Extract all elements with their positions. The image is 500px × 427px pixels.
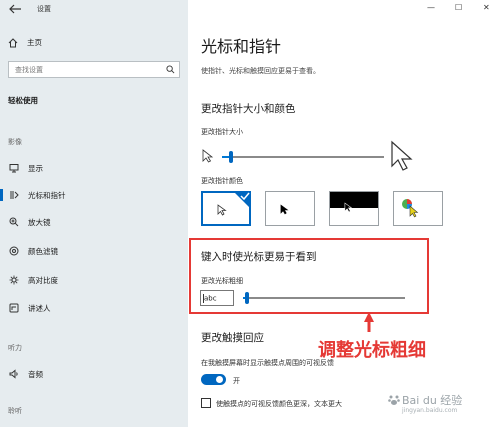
- watermark-subtext: jingyan.baidu.com: [402, 407, 458, 414]
- black-pointer-icon: [280, 204, 289, 215]
- pointer-size-label: 更改指针大小: [201, 128, 243, 136]
- pointer-size-slider-track[interactable]: [222, 156, 384, 158]
- nav-home-label: 主页: [27, 38, 42, 47]
- watermark-text: Bai du 经验: [402, 394, 463, 407]
- sidebar-item-color-filter[interactable]: 颜色滤镜: [0, 243, 188, 259]
- selected-check-icon: [233, 191, 251, 209]
- cursor-icon: [10, 191, 19, 199]
- cursor-thickness-slider-track[interactable]: [243, 297, 405, 299]
- sidebar-item-label: 讲述人: [28, 303, 51, 313]
- baidu-paw-icon: [388, 395, 400, 405]
- search-placeholder: 查找设置: [15, 66, 43, 74]
- pointer-color-black[interactable]: [265, 191, 315, 226]
- group-label-vision: 影像: [8, 138, 22, 146]
- custom-color-pointer-icon: [402, 199, 419, 218]
- cursor-preview-box: abc: [200, 290, 234, 306]
- nav-home[interactable]: 主页: [8, 37, 42, 48]
- checkbox-label: 使触摸点的可视反馈颜色更深，文本更大: [216, 400, 342, 408]
- window-title: 设置: [37, 5, 51, 13]
- sidebar-item-label: 光标和指针: [28, 190, 66, 200]
- darker-feedback-checkbox[interactable]: [201, 398, 211, 408]
- sidebar-item-label: 显示: [28, 163, 43, 173]
- cursor-section-heading: 键入时使光标更易于看到: [201, 251, 317, 263]
- color-filter-icon: [9, 246, 19, 256]
- sidebar-item-magnifier[interactable]: 放大镜: [0, 214, 188, 230]
- page-title: 光标和指针: [201, 37, 282, 56]
- pointer-size-slider-thumb[interactable]: [229, 151, 233, 163]
- sidebar-item-label: 放大镜: [28, 217, 51, 227]
- cursor-preview-text: abc: [204, 294, 217, 303]
- touch-feedback-description: 在我触摸屏幕时显示触摸点周围的可视反馈: [201, 359, 334, 367]
- watermark: Bai du 经验 jingyan.baidu.com: [388, 392, 463, 414]
- annotation-arrow-icon: [364, 312, 374, 332]
- small-pointer-icon: [202, 149, 214, 163]
- page-description: 使指针、光标和触摸回应更易于查看。: [201, 67, 320, 75]
- maximize-button[interactable]: ☐: [455, 3, 462, 12]
- sidebar-item-label: 音频: [28, 369, 43, 379]
- back-arrow-icon[interactable]: [8, 3, 22, 15]
- annotation-text: 调整光标粗细: [318, 340, 426, 361]
- close-button[interactable]: ✕: [483, 3, 490, 12]
- sidebar-item-label: 颜色滤镜: [28, 246, 58, 256]
- touch-section-heading: 更改触摸回应: [201, 332, 264, 344]
- narrator-icon: [9, 303, 19, 313]
- magnifier-icon: [9, 217, 19, 227]
- sidebar-item-display[interactable]: 显示: [0, 160, 188, 176]
- touch-feedback-toggle[interactable]: [201, 374, 226, 385]
- white-pointer-icon: [217, 204, 227, 216]
- cursor-thickness-slider-thumb[interactable]: [245, 292, 249, 304]
- group-label-bottom: 聆听: [8, 407, 22, 415]
- pointer-color-label: 更改指针颜色: [201, 177, 243, 185]
- inverted-pointer-icon: [344, 202, 353, 213]
- sidebar-item-narrator[interactable]: 讲述人: [0, 300, 188, 316]
- large-pointer-icon: [391, 140, 413, 171]
- search-icon: [166, 65, 175, 74]
- contrast-icon: [9, 275, 19, 285]
- inverted-preview-block: [330, 192, 378, 208]
- sidebar: 设置 主页 查找设置 轻松使用 影像 显示 光标和指针 放大镜 颜色滤镜 高对比…: [0, 0, 188, 427]
- pointer-color-inverted[interactable]: [329, 191, 379, 226]
- monitor-icon: [9, 164, 19, 173]
- toggle-state-label: 开: [233, 377, 240, 385]
- minimize-button[interactable]: —: [427, 3, 435, 12]
- group-label-hearing: 听力: [8, 344, 22, 352]
- home-icon: [8, 37, 18, 47]
- pointer-section-heading: 更改指针大小和颜色: [201, 103, 296, 115]
- search-input[interactable]: 查找设置: [8, 61, 180, 78]
- sidebar-item-label: 高对比度: [28, 275, 58, 285]
- pointer-color-white[interactable]: [201, 191, 251, 226]
- section-ease-of-access: 轻松使用: [8, 96, 38, 105]
- sidebar-item-high-contrast[interactable]: 高对比度: [0, 272, 188, 288]
- sidebar-item-audio[interactable]: 音频: [0, 366, 188, 382]
- pointer-color-custom[interactable]: [393, 191, 443, 226]
- cursor-thickness-label: 更改光标粗细: [201, 277, 243, 285]
- speaker-icon: [9, 369, 18, 379]
- sidebar-item-cursor[interactable]: 光标和指针: [0, 187, 188, 203]
